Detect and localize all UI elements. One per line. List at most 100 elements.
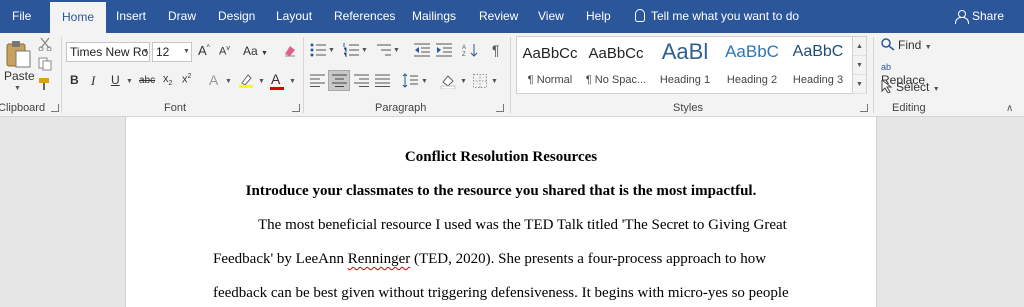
clear-formatting-icon[interactable]: [282, 43, 297, 61]
strikethrough-icon[interactable]: abc: [139, 75, 155, 86]
tab-insert[interactable]: Insert: [116, 0, 146, 33]
tab-draw[interactable]: Draw: [168, 0, 196, 33]
line-spacing-dropdown-icon[interactable]: ▼: [421, 78, 428, 85]
bullets-icon[interactable]: [310, 43, 326, 60]
align-left-icon[interactable]: [310, 74, 325, 90]
show-formatting-icon[interactable]: ¶: [492, 42, 500, 58]
select-button[interactable]: Select ▼: [881, 78, 940, 94]
tab-references[interactable]: References: [334, 0, 395, 33]
group-separator: [510, 37, 511, 113]
align-right-icon[interactable]: [354, 74, 369, 90]
sort-icon[interactable]: AZ: [462, 43, 478, 60]
bold-icon[interactable]: B: [70, 73, 79, 87]
highlight-icon[interactable]: [238, 73, 254, 92]
tab-view[interactable]: View: [538, 0, 564, 33]
format-painter-icon[interactable]: [38, 77, 52, 94]
style-name: ¶ Normal: [527, 74, 573, 86]
svg-text:A: A: [462, 45, 466, 51]
italic-icon[interactable]: I: [91, 73, 95, 89]
style-sample: AaBbCc: [588, 45, 644, 62]
clipboard-launcher-icon[interactable]: [51, 104, 59, 112]
font-size-dropdown-icon[interactable]: ▼: [183, 48, 190, 55]
subscript-icon[interactable]: x2: [163, 73, 172, 87]
paste-icon[interactable]: [4, 39, 34, 69]
tab-design[interactable]: Design: [218, 0, 255, 33]
font-launcher-icon[interactable]: [292, 104, 300, 112]
tell-me-search[interactable]: Tell me what you want to do: [635, 0, 799, 33]
justify-icon[interactable]: [375, 74, 390, 90]
style-name: ¶ No Spac...: [585, 74, 647, 86]
document-page[interactable]: Conflict Resolution Resources Introduce …: [125, 117, 877, 307]
style-sample: AaBbC: [792, 43, 844, 60]
find-button[interactable]: Find ▼: [881, 38, 932, 52]
tab-review[interactable]: Review: [479, 0, 518, 33]
tab-mailings[interactable]: Mailings: [412, 0, 456, 33]
align-center-icon: [332, 74, 347, 87]
align-center-button[interactable]: [328, 70, 350, 91]
styles-gallery-scroll[interactable]: ▲ ▼ ▼: [853, 36, 867, 94]
change-case-label: Aa: [243, 44, 258, 58]
find-icon: [881, 38, 895, 51]
numbering-dropdown-icon[interactable]: ▼: [361, 47, 368, 54]
decrease-indent-icon[interactable]: [414, 43, 430, 60]
style-heading-1[interactable]: AaBl Heading 1: [652, 37, 718, 93]
lightbulb-icon: [635, 9, 645, 22]
share-button[interactable]: Share: [954, 0, 1004, 33]
style-no-spacing[interactable]: AaBbCc ¶ No Spac...: [583, 37, 649, 93]
bullets-dropdown-icon[interactable]: ▼: [328, 47, 335, 54]
gallery-up-icon[interactable]: ▲: [853, 37, 866, 56]
superscript-icon[interactable]: x2: [182, 73, 191, 86]
tab-layout[interactable]: Layout: [276, 0, 312, 33]
gallery-down-icon[interactable]: ▼: [853, 56, 866, 75]
text-effects-dropdown-icon[interactable]: ▼: [225, 78, 232, 85]
highlight-dropdown-icon[interactable]: ▼: [258, 78, 265, 85]
font-color-icon[interactable]: A: [271, 71, 280, 87]
document-canvas: Conflict Resolution Resources Introduce …: [0, 117, 1024, 307]
grow-font-icon[interactable]: A^: [198, 43, 210, 58]
font-group-label: Font: [164, 102, 187, 114]
font-name-box[interactable]: Times New Ro: [66, 42, 150, 62]
shrink-font-icon[interactable]: Av: [219, 45, 230, 58]
style-sample: AaBbCc: [522, 45, 578, 62]
increase-indent-icon[interactable]: [436, 43, 452, 60]
style-heading-3[interactable]: AaBbC Heading 3: [785, 37, 851, 93]
tab-file[interactable]: File: [12, 0, 31, 33]
gallery-more-icon[interactable]: ▼: [853, 75, 866, 94]
style-name: Heading 2: [726, 74, 778, 86]
line-spacing-icon[interactable]: [402, 73, 418, 91]
copy-icon[interactable]: [38, 57, 52, 74]
tab-home[interactable]: Home: [50, 2, 107, 33]
borders-dropdown-icon[interactable]: ▼: [491, 78, 498, 85]
multilevel-dropdown-icon[interactable]: ▼: [393, 47, 400, 54]
style-heading-2[interactable]: AaBbC Heading 2: [719, 37, 785, 93]
cursor-icon: [881, 78, 893, 94]
document-title: Conflict Resolution Resources: [404, 149, 598, 165]
shading-icon[interactable]: [440, 73, 456, 92]
collapse-ribbon-icon[interactable]: ∧: [1006, 103, 1013, 114]
text-effects-icon[interactable]: A: [209, 72, 218, 88]
change-case-button[interactable]: Aa ▼: [243, 44, 268, 58]
spelling-error[interactable]: Renninger: [348, 251, 410, 267]
numbering-icon[interactable]: [343, 43, 359, 60]
svg-text:Z: Z: [462, 52, 466, 57]
style-normal[interactable]: AaBbCc ¶ Normal: [517, 37, 583, 93]
style-sample: AaBl: [661, 39, 709, 64]
ribbon-tab-bar: File Home Insert Draw Design Layout Refe…: [0, 0, 1024, 33]
paste-button[interactable]: Paste: [4, 69, 35, 83]
styles-launcher-icon[interactable]: [860, 104, 868, 112]
text-run: (TED, 2020). She presents a four-process…: [410, 251, 767, 267]
cut-icon[interactable]: [38, 37, 52, 54]
shading-dropdown-icon[interactable]: ▼: [460, 78, 467, 85]
underline-icon[interactable]: U: [111, 73, 120, 87]
font-color-dropdown-icon[interactable]: ▼: [289, 78, 296, 85]
paste-dropdown-icon[interactable]: ▼: [14, 85, 21, 92]
font-name-dropdown-icon[interactable]: ▼: [142, 48, 149, 55]
underline-dropdown-icon[interactable]: ▼: [126, 78, 133, 85]
borders-icon[interactable]: [473, 74, 487, 91]
person-icon: [954, 10, 969, 24]
tab-help[interactable]: Help: [586, 0, 611, 33]
paragraph-launcher-icon[interactable]: [496, 104, 504, 112]
multilevel-list-icon[interactable]: [375, 43, 391, 60]
styles-gallery: AaBbCc ¶ Normal AaBbCc ¶ No Spac... AaBl…: [516, 36, 853, 94]
group-separator: [61, 37, 62, 113]
